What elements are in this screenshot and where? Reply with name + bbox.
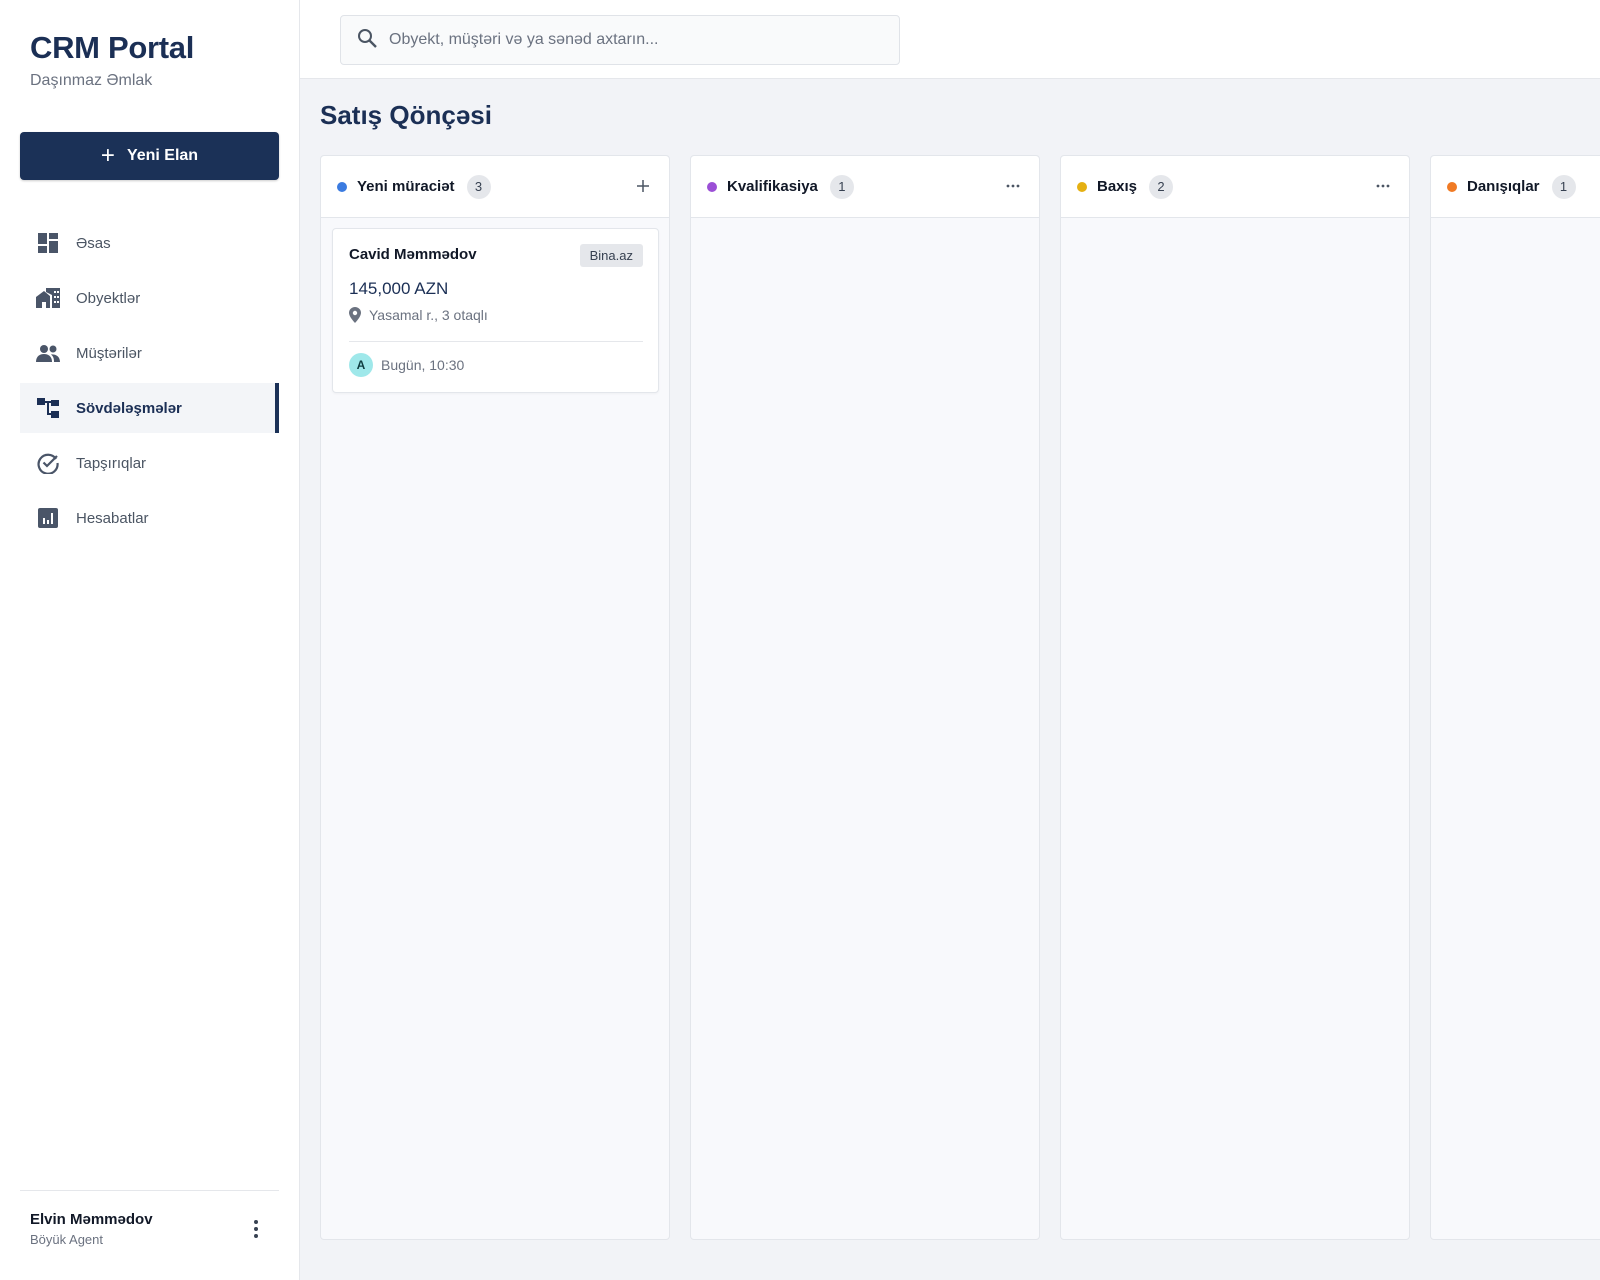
avatar: A [349,353,373,377]
new-listing-button[interactable]: + Yeni Elan [20,132,279,180]
column-new-request: Yeni müraciət 3 Cavid Məmmədov Bina.az 1… [320,155,670,1240]
status-dot [1447,181,1457,192]
status-dot [707,181,717,192]
column-header: Yeni müraciət 3 [321,156,669,218]
buildings-icon [36,286,60,310]
column-qualification: Kvalifikasiya 1 [690,155,1040,1240]
sidebar-item-label: Sövdələşmələr [76,399,182,417]
topbar [300,0,1600,79]
location-text: Yasamal r., 3 otaqlı [369,307,488,323]
kanban-board: Yeni müraciət 3 Cavid Məmmədov Bina.az 1… [320,155,1600,1240]
column-header: Danışıqlar 1 [1431,156,1600,218]
user-menu-icon[interactable] [247,1217,265,1241]
sidebar-item-label: Müştərilər [76,344,142,362]
sidebar-item-reports[interactable]: Hesabatlar [20,493,279,543]
sidebar-nav: Əsas Obyektlər Müştərilər Sövdələşmələr … [20,218,279,548]
sidebar-item-deals[interactable]: Sövdələşmələr [20,383,279,433]
column-negotiations: Danışıqlar 1 [1430,155,1600,1240]
column-count-badge: 1 [1551,174,1576,199]
chart-icon [36,506,60,530]
search-input[interactable] [389,31,869,49]
location-pin-icon [349,307,361,323]
sidebar-item-dashboard[interactable]: Əsas [20,218,279,268]
column-count-badge: 2 [1149,174,1174,199]
status-dot [337,181,347,192]
people-icon [36,341,60,365]
client-name: Cavid Məmmədov [349,246,477,263]
column-title: Baxış [1097,178,1138,195]
sidebar-item-label: Obyektlər [76,289,141,307]
new-listing-label: Yeni Elan [126,147,199,164]
sidebar-item-tasks[interactable]: Tapşırıqlar [20,438,279,488]
search-box [340,15,900,65]
user-name: Elvin Məmmədov [30,1211,153,1228]
plus-icon: + [100,142,115,169]
column-title: Yeni müraciət [357,178,455,195]
brand-subtitle: Daşınmaz Əmlak [30,72,153,89]
dashboard-icon [36,231,60,255]
column-count-badge: 3 [466,174,491,199]
pipeline-icon [36,396,60,420]
sidebar-item-label: Hesabatlar [76,509,149,527]
property-location: Yasamal r., 3 otaqlı [349,307,488,323]
sidebar-item-properties[interactable]: Obyektlər [20,273,279,323]
page-title: Satış Qönçəsi [320,100,492,130]
card-footer: A Bugün, 10:30 [349,353,464,377]
status-dot [1077,181,1087,192]
brand-title: CRM Portal [30,30,195,65]
column-header: Baxış 2 [1061,156,1409,218]
column-viewing: Baxış 2 [1060,155,1410,1240]
column-title: Danışıqlar [1467,178,1540,195]
column-header: Kvalifikasiya 1 [691,156,1039,218]
sidebar: CRM Portal Daşınmaz Əmlak + Yeni Elan Əs… [0,0,300,1280]
user-role: Böyük Agent [30,1232,103,1247]
card-divider [349,341,643,342]
column-title: Kvalifikasiya [727,178,818,195]
more-icon[interactable] [1371,174,1395,198]
card-time: Bugün, 10:30 [381,357,465,373]
sidebar-item-label: Tapşırıqlar [76,454,147,472]
user-profile: Elvin Məmmədov Böyük Agent [20,1190,279,1247]
deal-card[interactable]: Cavid Məmmədov Bina.az 145,000 AZN Yasam… [332,228,659,393]
deal-price: 145,000 AZN [349,279,449,298]
more-icon[interactable] [1001,174,1025,198]
add-icon[interactable] [631,174,655,198]
sidebar-item-label: Əsas [76,234,111,252]
check-circle-icon [36,451,60,475]
column-count-badge: 1 [829,174,854,199]
source-badge: Bina.az [579,244,643,267]
sidebar-item-clients[interactable]: Müştərilər [20,328,279,378]
search-icon [357,28,377,53]
